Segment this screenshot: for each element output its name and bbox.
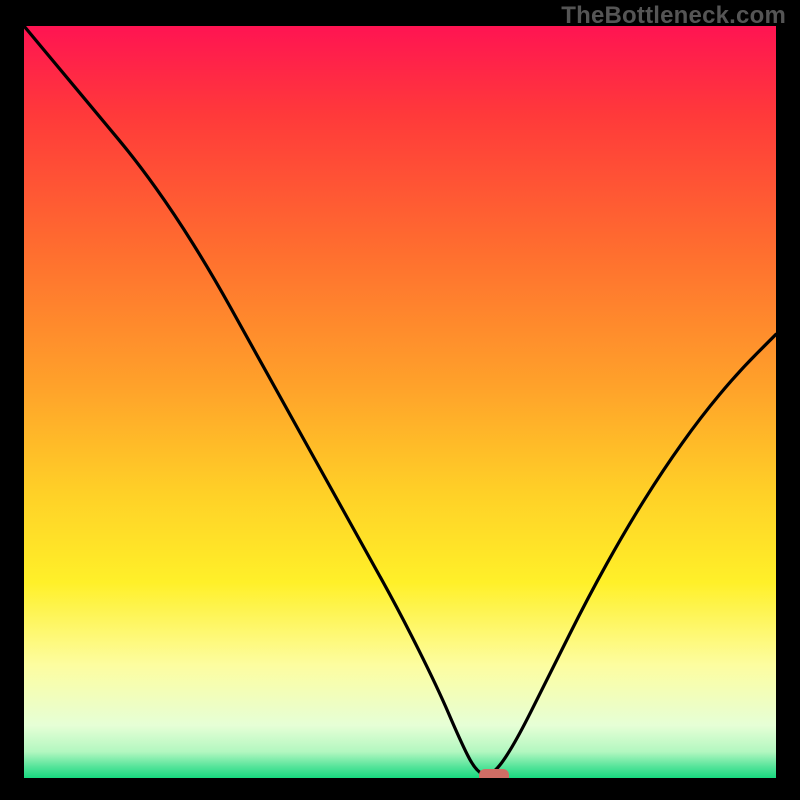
watermark-text: TheBottleneck.com: [561, 2, 786, 30]
chart-outer-frame: TheBottleneck.com: [0, 0, 800, 800]
gradient-background: [24, 26, 776, 778]
plot-area: [24, 26, 776, 778]
plot-svg: [24, 26, 776, 778]
minimum-marker: [479, 769, 509, 778]
